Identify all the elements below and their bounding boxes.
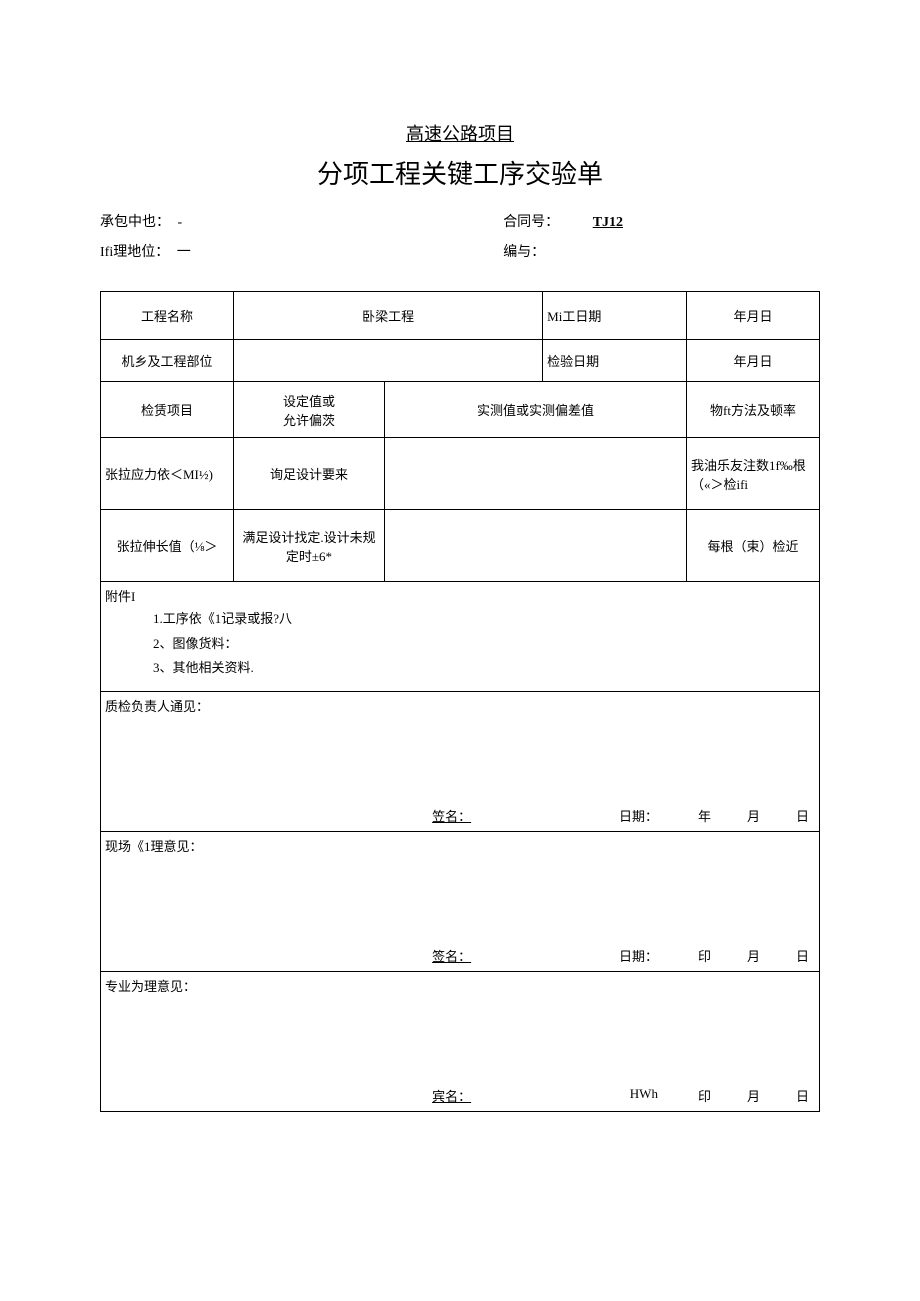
cell-method-header: 物ft方法及顿率 [686, 382, 819, 438]
cell-elongation-label: 张拉伸长值（⅛＞ [101, 510, 234, 582]
date-year: 年 [698, 806, 711, 825]
table-row: 张拉应力依＜MI½) 询足设计要来 我油乐友注数1f‰根（«＞检ifi [101, 438, 820, 510]
cell-tension-stress-set: 询足设计要来 [234, 438, 385, 510]
meta-row-2: Ifi理地位： 一 编与： [100, 241, 820, 261]
opinion-professional-sigline: 宾名： HWh 印 月 日 [101, 1086, 819, 1105]
contractor-value: - [178, 215, 183, 230]
page-title-line2: 分项工程关键工序交验单 [100, 154, 820, 191]
cell-construct-date-value: 年月日 [686, 292, 819, 340]
date-month: 月 [747, 806, 760, 825]
signature-label: 签名： [432, 946, 471, 965]
contractor-label: 承包中也： [100, 215, 170, 230]
cell-part-label: 机乡及工程部位 [101, 340, 234, 382]
opinion-qc-cell: 质检负责人通见： 笠名： 日期： 年 月 日 [101, 692, 820, 832]
opinion-professional-cell: 专业为理意见： 宾名： HWh 印 月 日 [101, 972, 820, 1112]
cell-project-name-label: 工程名称 [101, 292, 234, 340]
table-row: 张拉伸长值（⅛＞ 满足设计找定.设计未规定时±6* 每根（束）检近 [101, 510, 820, 582]
opinion-professional-title: 专业为理意见： [105, 976, 815, 995]
contract-no-value: TJ12 [593, 215, 623, 230]
opinion-site-cell: 现场《1理意见： 签名： 日期： 印 月 日 [101, 832, 820, 972]
date-year: 印 [698, 1086, 711, 1105]
main-table: 工程名称 卧梁工程 Mi工日期 年月日 机乡及工程部位 检验日期 年月日 检赁项… [100, 291, 820, 1112]
cell-elongation-method: 每根（束）检近 [686, 510, 819, 582]
meta-row-1: 承包中也： - 合同号： TJ12 [100, 211, 820, 231]
date-label: 日期： [619, 946, 658, 965]
cell-tension-stress-method: 我油乐友注数1f‰根（«＞检ifi [686, 438, 819, 510]
contract-no-label: 合同号： [503, 215, 559, 230]
date-month: 月 [747, 946, 760, 965]
cell-elongation-measured [384, 510, 686, 582]
meta-serial: 编与： [503, 241, 820, 261]
table-row: 质检负责人通见： 笠名： 日期： 年 月 日 [101, 692, 820, 832]
date-year: 印 [698, 946, 711, 965]
cell-construct-date-label: Mi工日期 [543, 292, 687, 340]
attachment-item-2: 2、图像货料： [153, 632, 815, 657]
date-month: 月 [747, 1086, 760, 1105]
main-table-wrap: 工程名称 卧梁工程 Mi工日期 年月日 机乡及工程部位 检验日期 年月日 检赁项… [100, 291, 820, 1112]
opinion-site-title: 现场《1理意见： [105, 836, 815, 855]
table-row: 机乡及工程部位 检验日期 年月日 [101, 340, 820, 382]
cell-check-date-label: 检验日期 [543, 340, 687, 382]
opinion-qc-sigline: 笠名： 日期： 年 月 日 [101, 806, 819, 825]
attachment-cell: 附件I 1.工序依《1记录或报?八 2、图像货料： 3、其他相关资料. [101, 582, 820, 692]
signature-label: 笠名： [432, 806, 471, 825]
cell-part-value [234, 340, 543, 382]
meta-contract-no: 合同号： TJ12 [503, 211, 820, 231]
cell-elongation-set: 满足设计找定.设计未规定时±6* [234, 510, 385, 582]
supervisor-value: 一 [177, 245, 191, 260]
date-day: 日 [796, 806, 809, 825]
date-day: 日 [796, 946, 809, 965]
attachment-list: 1.工序依《1记录或报?八 2、图像货料： 3、其他相关资料. [105, 607, 815, 681]
cell-tension-stress-label: 张拉应力依＜MI½) [101, 438, 234, 510]
cell-check-item-header: 检赁项目 [101, 382, 234, 438]
table-row: 检赁项目 设定值或 允许偏茨 实测值或实测偏差值 物ft方法及顿率 [101, 382, 820, 438]
cell-set-value-header: 设定值或 允许偏茨 [234, 382, 385, 438]
date-day: 日 [796, 1086, 809, 1105]
attachment-item-3: 3、其他相关资料. [153, 656, 815, 681]
date-label: 日期： [619, 806, 658, 825]
meta-supervisor: Ifi理地位： 一 [100, 241, 503, 261]
cell-project-name-value: 卧梁工程 [234, 292, 543, 340]
cell-check-date-value: 年月日 [686, 340, 819, 382]
cell-elongation-method-text: 每根（束）检近 [691, 536, 815, 555]
signature-label: 宾名： [432, 1086, 471, 1105]
attachment-title: 附件I [105, 586, 815, 605]
cell-tension-stress-measured [384, 438, 686, 510]
opinion-site-sigline: 签名： 日期： 印 月 日 [101, 946, 819, 965]
table-row: 专业为理意见： 宾名： HWh 印 月 日 [101, 972, 820, 1112]
supervisor-label: Ifi理地位： [100, 245, 169, 260]
cell-measured-header: 实测值或实测偏差值 [384, 382, 686, 438]
attachment-item-1: 1.工序依《1记录或报?八 [153, 607, 815, 632]
table-row: 工程名称 卧梁工程 Mi工日期 年月日 [101, 292, 820, 340]
table-row: 现场《1理意见： 签名： 日期： 印 月 日 [101, 832, 820, 972]
opinion-qc-title: 质检负责人通见： [105, 696, 815, 715]
table-row: 附件I 1.工序依《1记录或报?八 2、图像货料： 3、其他相关资料. [101, 582, 820, 692]
date-label: HWh [630, 1086, 658, 1105]
meta-contractor: 承包中也： - [100, 211, 503, 231]
page-title-line1: 高速公路项目 [100, 120, 820, 146]
serial-label: 编与： [503, 245, 545, 260]
